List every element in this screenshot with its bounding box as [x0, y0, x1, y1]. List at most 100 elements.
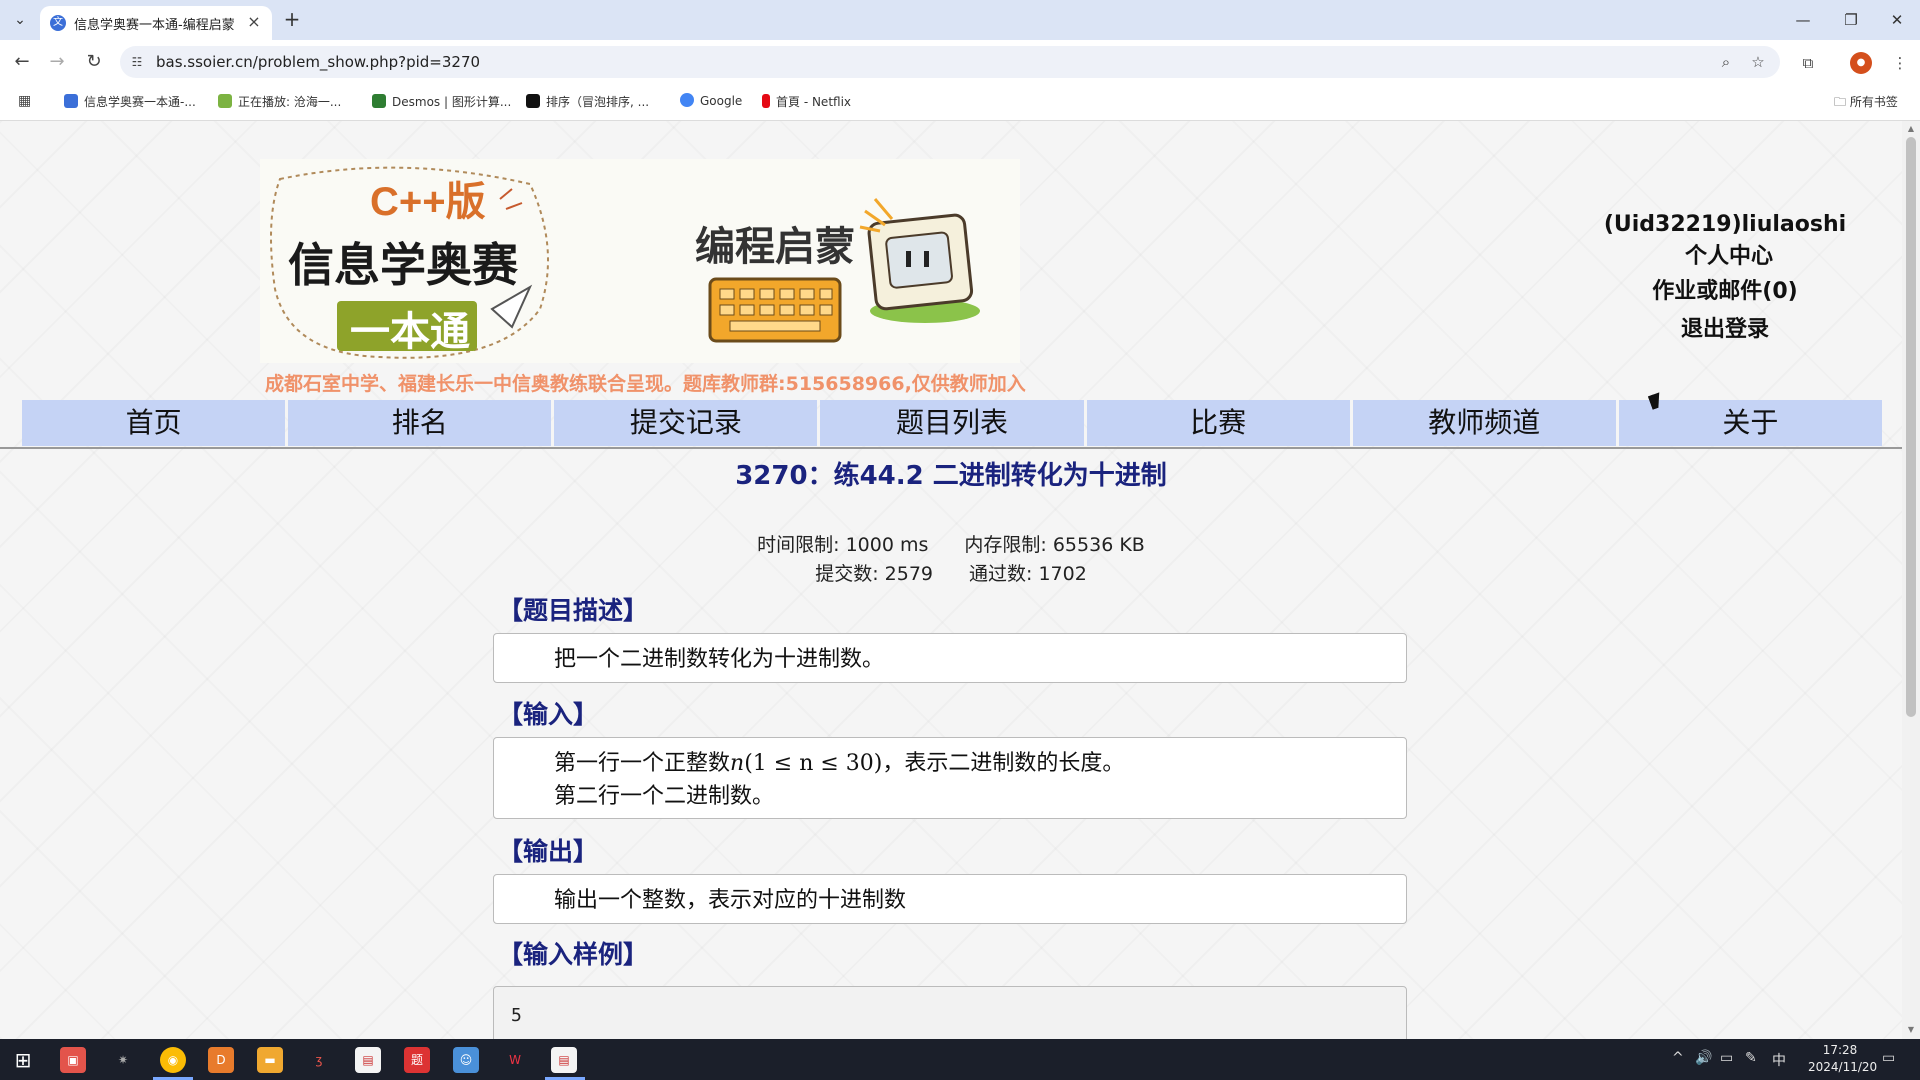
desc-text: 把一个二进制数转化为十进制数。: [554, 647, 885, 672]
bookmark-favicon-icon: [372, 94, 386, 108]
site-info-icon[interactable]: ☷: [128, 53, 146, 71]
taskbar-app-icon[interactable]: ▤: [551, 1047, 577, 1073]
bookmark-star-icon[interactable]: ☆: [1748, 52, 1768, 72]
taskbar-app-icon[interactable]: ▤: [355, 1047, 381, 1073]
output-text: 输出一个整数，表示对应的十进制数: [554, 888, 907, 913]
banner-title: 信息学奥赛: [288, 239, 518, 291]
bookmark-favicon-icon: [218, 94, 232, 108]
nav-submissions[interactable]: 提交记录: [554, 400, 818, 446]
time-limit: 时间限制: 1000 ms: [757, 534, 929, 556]
nav-contest[interactable]: 比赛: [1086, 400, 1350, 446]
bookmark-item[interactable]: 首頁 - Netflix: [762, 93, 851, 110]
desc-box: 把一个二进制数转化为十进制数。: [493, 633, 1407, 683]
nav-home[interactable]: 首页: [22, 400, 286, 446]
bookmark-item[interactable]: 正在播放: 沧海一...: [218, 93, 341, 110]
page-scrollbar[interactable]: ▲ ▼: [1902, 121, 1920, 1039]
homework-mail-link[interactable]: 作业或邮件(0): [1570, 273, 1880, 311]
input-box: 第一行一个正整数n(1 ≤ n ≤ 30)，表示二进制数的长度。 第二行一个二进…: [493, 737, 1407, 819]
bookmark-favicon-icon: [526, 94, 540, 108]
new-tab-plus-icon[interactable]: +: [280, 8, 304, 32]
browser-toolbar: ← → ↻ ☷ bas.ssoier.cn/problem_show.php?p…: [0, 40, 1920, 84]
scrollbar-thumb[interactable]: [1906, 137, 1916, 717]
user-name[interactable]: (Uid32219)liulaoshi: [1604, 212, 1846, 237]
network-icon[interactable]: ▭: [1720, 1050, 1733, 1066]
banner-subtitle: 编程启蒙: [695, 225, 855, 269]
scroll-up-icon[interactable]: ▲: [1906, 124, 1916, 134]
bookmarks-bar: ▦ 信息学奥赛一本通-... 正在播放: 沧海一... Desmos | 图形计…: [0, 84, 1920, 121]
taskbar-app-icon[interactable]: ☺: [453, 1047, 479, 1073]
system-clock[interactable]: 17:28 2024/11/20: [1808, 1042, 1878, 1076]
chrome-icon[interactable]: ◉: [160, 1047, 186, 1073]
nav-ranking[interactable]: 排名: [288, 400, 552, 446]
profile-avatar[interactable]: ●: [1850, 52, 1872, 74]
sample-input-text[interactable]: 5: [511, 1005, 522, 1026]
scroll-down-icon[interactable]: ▼: [1906, 1025, 1916, 1035]
bookmark-favicon-icon: [64, 94, 78, 108]
tray-chevron-icon[interactable]: ^: [1672, 1050, 1684, 1066]
google-icon: [680, 93, 694, 107]
banner-edition: C++版: [370, 180, 486, 224]
taskbar-app-icon[interactable]: ʒ: [306, 1047, 332, 1073]
wps-icon[interactable]: W: [502, 1047, 528, 1073]
accepted-count: 通过数: 1702: [969, 563, 1087, 585]
taskbar-app-icon[interactable]: ✷: [110, 1047, 136, 1073]
sample-input-box[interactable]: 5: [493, 986, 1407, 1039]
problem-limits: 时间限制: 1000 ms 内存限制: 65536 KB 提交数: 2579 通过数…: [0, 531, 1902, 589]
bookmark-item[interactable]: Google: [680, 93, 742, 108]
site-banner: C++版 信息学奥赛 一本通 编程启蒙: [260, 159, 1020, 363]
notification-icon[interactable]: ▭: [1882, 1050, 1895, 1066]
windows-start-icon[interactable]: ⊞: [10, 1047, 36, 1073]
all-bookmarks[interactable]: 🗀 所有书签: [1834, 93, 1898, 114]
sample-input-heading: 【输入样例】: [498, 940, 649, 969]
nav-teacher-channel[interactable]: 教师频道: [1352, 400, 1616, 446]
problem-title: 3270：练44.2 二进制转化为十进制: [735, 461, 1167, 491]
nav-problem-list[interactable]: 题目列表: [820, 400, 1084, 446]
bookmark-item[interactable]: 信息学奥赛一本通-...: [64, 93, 196, 110]
browser-tab-active[interactable]: 文 信息学奥赛一本通-编程启蒙（C ×: [40, 6, 272, 40]
netflix-icon: [762, 94, 770, 108]
apps-grid-icon[interactable]: ▦: [18, 93, 34, 109]
taskbar-app-icon[interactable]: ▬: [257, 1047, 283, 1073]
close-window-icon[interactable]: ✕: [1882, 8, 1912, 32]
back-arrow-icon[interactable]: ←: [10, 50, 34, 74]
ime-indicator[interactable]: 中: [1772, 1050, 1786, 1070]
page-viewport: C++版 信息学奥赛 一本通 编程启蒙 成都石室中学、福建长乐一中信奥教练联合呈…: [0, 121, 1902, 1039]
output-heading: 【输出】: [498, 837, 599, 866]
url-text[interactable]: bas.ssoier.cn/problem_show.php?pid=3270: [156, 53, 480, 71]
browser-menu-icon[interactable]: ⋮: [1889, 52, 1911, 74]
forward-arrow-icon[interactable]: →: [45, 50, 69, 74]
memory-limit: 内存限制: 65536 KB: [964, 534, 1145, 556]
taskbar-app-icon[interactable]: 题: [404, 1047, 430, 1073]
extensions-icon[interactable]: ⧉: [1797, 52, 1819, 74]
minimize-icon[interactable]: —: [1788, 8, 1818, 32]
tab-title: 信息学奥赛一本通-编程启蒙（C: [74, 18, 242, 33]
pen-icon[interactable]: ✎: [1745, 1050, 1757, 1066]
zoom-icon[interactable]: ⌕: [1716, 52, 1736, 72]
submission-count: 提交数: 2579: [815, 563, 933, 585]
taskbar-app-icon[interactable]: ▣: [60, 1047, 86, 1073]
address-bar[interactable]: ☷ bas.ssoier.cn/problem_show.php?pid=327…: [120, 46, 1780, 78]
devcpp-icon[interactable]: D: [208, 1047, 234, 1073]
tab-search-chevron-icon[interactable]: ⌄: [8, 8, 32, 32]
clock-date: 2024/11/20: [1808, 1060, 1878, 1074]
bookmark-item[interactable]: Desmos | 图形计算...: [372, 93, 511, 110]
personal-center-link[interactable]: 个人中心: [1669, 241, 1789, 273]
output-box: 输出一个整数，表示对应的十进制数: [493, 874, 1407, 924]
math-variable-n: n: [730, 751, 745, 776]
math-range: (1 ≤ n ≤ 30): [744, 751, 883, 776]
browser-tab-bar: ⌄ 文 信息学奥赛一本通-编程启蒙（C × + — ❐ ✕: [0, 0, 1920, 40]
input-heading: 【输入】: [498, 700, 599, 729]
desc-heading: 【题目描述】: [498, 596, 649, 625]
nav-divider: [0, 447, 1902, 449]
clock-time: 17:28: [1822, 1043, 1858, 1057]
volume-icon[interactable]: 🔊: [1695, 1050, 1712, 1066]
user-profile-link[interactable]: (Uid32219)liulaoshi 个人中心: [1570, 209, 1880, 273]
restore-icon[interactable]: ❐: [1836, 8, 1866, 32]
reload-icon[interactable]: ↻: [82, 50, 106, 74]
logout-link[interactable]: 退出登录: [1570, 311, 1880, 349]
banner-tagline: 成都石室中学、福建长乐一中信奥教练联合呈现。题库教师群:515658966,仅供…: [265, 373, 1026, 395]
input-line-2: 第二行一个二进制数。: [554, 784, 775, 809]
windows-taskbar: ⊞ ▣ ✷ ◉ D ▬ ʒ ▤ 题 ☺ W ▤ ^ 🔊 ▭ ✎ 中 17:28 …: [0, 1039, 1920, 1080]
tab-close-icon[interactable]: ×: [244, 12, 264, 32]
bookmark-item[interactable]: 排序（冒泡排序, ...: [526, 93, 649, 110]
